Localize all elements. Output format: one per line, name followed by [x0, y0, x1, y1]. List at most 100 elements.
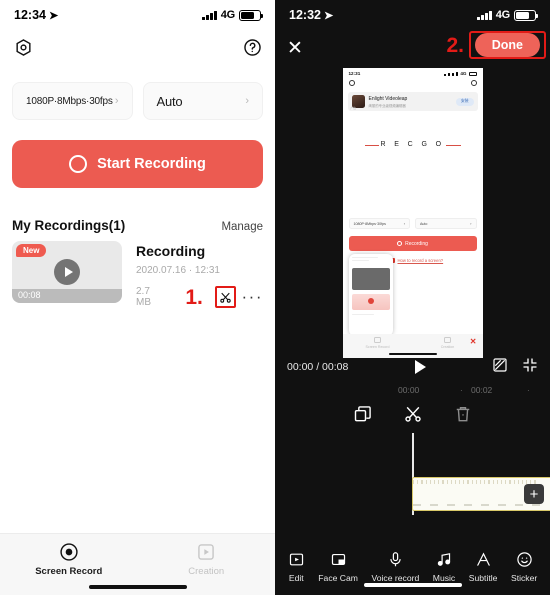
ad-subtitle: 绚丽的专业级视频编辑器 — [368, 103, 406, 108]
popup-footer — [349, 310, 393, 316]
preview-inner-toolbar — [343, 76, 483, 86]
recording-thumbnail[interactable]: New 00:08 — [12, 241, 122, 303]
tool-subtitle[interactable]: Subtitle — [468, 551, 498, 583]
done-button[interactable]: Done — [474, 33, 540, 57]
gear-hex-icon — [348, 80, 355, 86]
preview-inner-network: 4G — [460, 71, 467, 76]
editor-top-bar: ✕ 2. Done — [275, 30, 550, 66]
duplicate-icon[interactable] — [353, 404, 373, 429]
close-x-icon[interactable]: ✕ — [287, 39, 303, 58]
preview-watermark: R E C G O — [343, 141, 483, 148]
play-square-icon — [444, 337, 451, 343]
left-phone-screen: 12:34 ➤ 4G 1080P·8Mbps·30fps › Auto › St… — [0, 0, 275, 595]
ad-title: Enlight Videoleap — [368, 95, 408, 102]
popup-line — [351, 259, 369, 262]
tab-creation[interactable]: Creation — [138, 542, 276, 577]
recording-settings-row: 1080P·8Mbps·30fps › Auto › — [0, 64, 275, 120]
preview-inner-time: 12:31 — [348, 71, 361, 76]
preview-help-link-label: How to record a screen? — [397, 258, 444, 263]
tool-voice-record[interactable]: Voice record — [371, 551, 419, 583]
network-label: 4G — [495, 9, 510, 21]
tool-voice-record-label: Voice record — [371, 573, 420, 583]
track-bottom-marks — [413, 504, 550, 507]
playback-time: 00:00 / 00:08 — [287, 361, 349, 373]
preview-quality-label: 1080P·8Mbps·30fps — [353, 221, 386, 226]
ad-install-button: 安装 — [455, 97, 474, 106]
play-icon[interactable] — [414, 360, 426, 374]
step-1-marker: 1. — [185, 285, 203, 309]
home-indicator — [388, 353, 437, 355]
tool-face-cam-label: Face Cam — [318, 573, 358, 583]
preview-close-marker: ✕ — [469, 337, 477, 346]
preview-orientation-selector: Auto › — [415, 218, 477, 229]
preview-frame-content[interactable]: 12:31 4G Enlight Videoleap 绚丽的专业级视频编辑器 安… — [342, 68, 483, 358]
tool-music[interactable]: Music — [433, 551, 455, 583]
battery-icon — [468, 71, 477, 76]
question-circle-icon[interactable] — [241, 36, 263, 58]
ruler-dot: · — [460, 386, 463, 395]
new-badge: New — [16, 244, 47, 257]
done-button-highlight: Done — [468, 31, 546, 59]
popup-line — [351, 257, 379, 259]
recording-date: 2020.07.16 · 12:31 — [136, 265, 220, 276]
tool-edit-label: Edit — [288, 573, 304, 583]
preview-tab-screen-record: Screen Record — [343, 337, 413, 349]
tool-face-cam[interactable]: Face Cam — [318, 551, 358, 583]
ruler-tick-1: 00:02 — [471, 385, 493, 395]
preview-tab-label: Creation — [440, 344, 455, 349]
tool-sticker[interactable]: Sticker — [511, 551, 537, 583]
preview-record-button: Recording — [348, 236, 477, 251]
collapse-icon[interactable] — [522, 357, 538, 378]
preview-quality-selector: 1080P·8Mbps·30fps › — [348, 218, 410, 229]
recording-list-item: New 00:08 Recording 2020.07.16 · 12:31 2… — [0, 233, 275, 308]
delete-trash-icon[interactable] — [453, 404, 473, 429]
record-circle-icon — [397, 241, 403, 246]
preview-settings-row: 1080P·8Mbps·30fps › Auto › — [348, 218, 477, 229]
status-time: 12:32 — [289, 8, 321, 22]
battery-icon — [514, 9, 539, 21]
left-tab-bar: Screen Record Creation — [0, 533, 275, 595]
orientation-selector-label: Auto — [156, 93, 183, 109]
scissors-icon[interactable] — [214, 286, 236, 308]
location-arrow-icon: ➤ — [48, 9, 59, 22]
popup-video-box — [351, 268, 390, 290]
tab-screen-record[interactable]: Screen Record — [0, 542, 138, 577]
player-right-controls — [492, 357, 538, 378]
my-recordings-title: My Recordings(1) — [12, 218, 126, 233]
manage-button[interactable]: Manage — [221, 221, 263, 233]
home-indicator — [363, 582, 462, 587]
signal-bars-icon — [202, 10, 217, 20]
status-indicators: 4G — [202, 9, 264, 21]
tool-subtitle-label: Subtitle — [468, 573, 498, 583]
timeline-area[interactable]: + — [275, 433, 550, 539]
ellipsis-icon[interactable]: ··· — [242, 287, 263, 307]
popup-header — [349, 254, 393, 268]
battery-icon — [239, 9, 264, 21]
record-circle-icon — [374, 337, 381, 343]
recording-actions-row: 2.7 MB 1. ··· — [136, 286, 263, 308]
preview-inner-status-bar: 12:31 4G — [343, 68, 483, 76]
gear-hex-icon[interactable] — [12, 36, 34, 58]
play-overlay-icon[interactable] — [54, 259, 80, 285]
orientation-selector[interactable]: Auto › — [142, 82, 263, 120]
preview-watermark-text: R E C G O — [379, 141, 446, 148]
tool-edit[interactable]: Edit — [288, 551, 305, 583]
chevron-right-icon: › — [403, 221, 405, 226]
quality-selector-label: 1080P·8Mbps·30fps — [26, 95, 113, 107]
location-arrow-icon: ➤ — [323, 9, 334, 22]
chevron-right-icon: › — [470, 221, 472, 226]
aspect-ratio-icon[interactable] — [492, 357, 508, 378]
signal-bars-icon — [443, 71, 459, 76]
preview-orientation-label: Auto — [420, 221, 428, 226]
split-scissors-icon[interactable] — [403, 404, 423, 429]
dual-screenshot-comparison: 12:34 ➤ 4G 1080P·8Mbps·30fps › Auto › St… — [0, 0, 550, 595]
start-recording-button[interactable]: Start Recording — [12, 140, 263, 188]
recording-duration: 00:08 — [18, 290, 41, 300]
left-top-toolbar — [0, 30, 275, 64]
chevron-right-icon: › — [114, 95, 119, 107]
quality-selector[interactable]: 1080P·8Mbps·30fps › — [12, 82, 133, 120]
my-recordings-header: My Recordings(1) Manage — [0, 218, 275, 233]
network-label: 4G — [220, 9, 235, 21]
add-clip-button[interactable]: + — [524, 484, 544, 504]
preview-inner-indicators: 4G — [443, 71, 477, 76]
